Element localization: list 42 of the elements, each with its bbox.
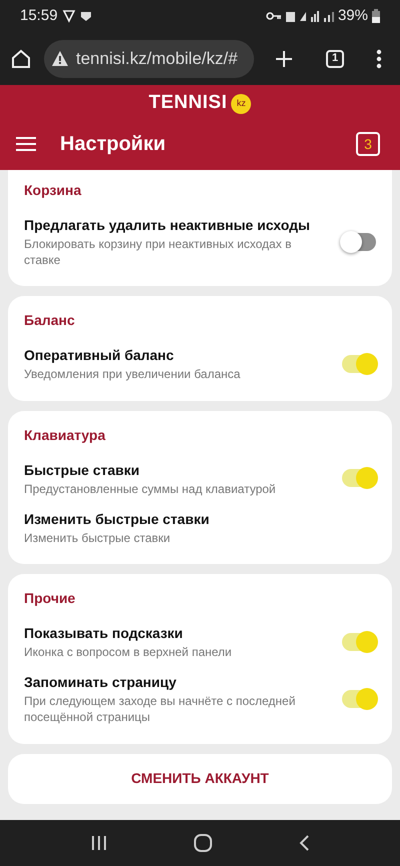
setting-description: При следующем заходе вы начнёте с последней посещённой страницы — [24, 693, 296, 726]
toggle-switch[interactable] — [342, 469, 376, 488]
setting-description: Иконка с вопросом в верхней панели — [24, 644, 233, 660]
menu-icon[interactable] — [16, 136, 36, 152]
toggle-switch[interactable] — [342, 232, 376, 251]
setting-description: Уведомления при увеличении баланса — [24, 366, 242, 383]
toggle-switch[interactable] — [342, 632, 376, 651]
back-icon[interactable] — [298, 835, 309, 851]
section-title: Баланс — [24, 311, 76, 330]
tab-count[interactable]: 1 — [326, 50, 344, 68]
setting-label: Быстрые ставки — [24, 460, 140, 480]
setting-label: Показывать подсказки — [24, 624, 184, 643]
setting-description: Предустановленные суммы над клавиатурой — [24, 480, 277, 497]
signal-icon — [310, 10, 320, 22]
home-icon[interactable] — [10, 48, 32, 70]
section-title: Корзина — [24, 181, 82, 200]
setting-label: Оперативный баланс — [24, 346, 175, 366]
battery-icon — [372, 9, 380, 23]
page-title: Настройки — [60, 132, 166, 157]
signal-icon — [324, 10, 334, 22]
toggle-switch[interactable] — [342, 690, 376, 708]
toggle-switch[interactable] — [342, 354, 376, 373]
setting-label: Предлагать удалить неактивные исходы — [24, 216, 311, 235]
setting-description: Блокировать корзину при неактивных исходах в ставке — [24, 236, 292, 268]
setting-label: Запоминать страницу — [24, 673, 178, 692]
logo-badge: kz — [231, 94, 252, 114]
section-title: Клавиатура — [24, 426, 106, 445]
status-time: 15:59 — [20, 6, 58, 26]
setting-label[interactable]: Изменить быстрые ставки — [24, 508, 376, 530]
recent-apps-icon[interactable] — [91, 835, 108, 851]
setting-description: Изменить быстрые ставки — [24, 530, 172, 546]
key-icon — [266, 11, 282, 21]
logo-text: TENNISI — [148, 91, 228, 116]
new-tab-icon[interactable] — [274, 48, 294, 68]
address-bar[interactable]: tennisi.kz/mobile/kz/# — [44, 40, 254, 78]
home-icon[interactable] — [194, 834, 212, 852]
more-icon[interactable] — [376, 48, 382, 68]
switch-account-button[interactable]: СМЕНИТЬ АККАУНТ — [8, 754, 392, 804]
warning-icon — [52, 51, 68, 66]
section-title: Прочие — [24, 588, 76, 608]
battery-percent: 39% — [338, 6, 368, 26]
coupon-button[interactable]: 3 — [356, 132, 380, 156]
